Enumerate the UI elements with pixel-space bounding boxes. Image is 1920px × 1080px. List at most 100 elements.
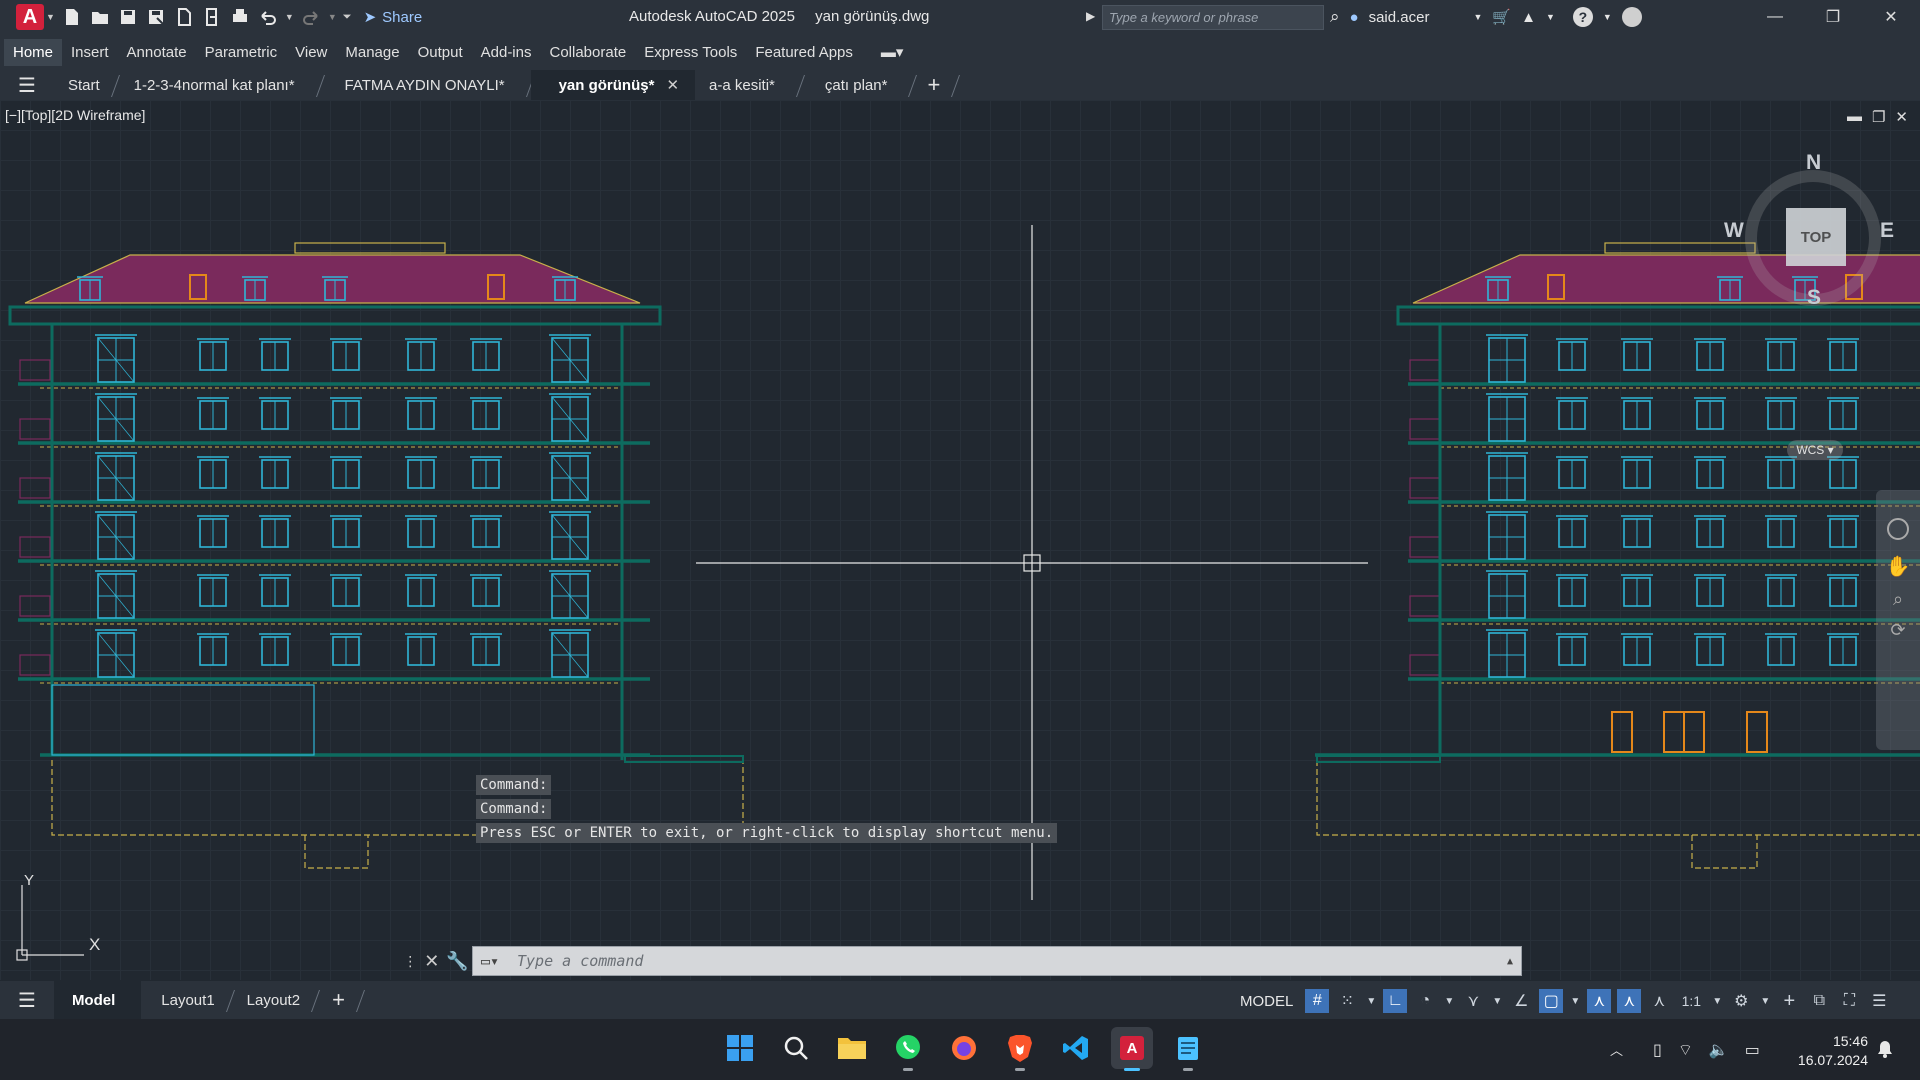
user-icon[interactable]: ● — [1350, 9, 1359, 26]
tab-express-tools[interactable]: Express Tools — [635, 39, 746, 66]
tab-add-ins[interactable]: Add-ins — [472, 39, 541, 66]
open-web-icon[interactable] — [173, 6, 195, 28]
customize-menu-icon[interactable]: ☰ — [1867, 989, 1891, 1013]
viewport-close-icon[interactable]: ✕ — [1895, 108, 1908, 126]
annotation-scale-icon[interactable]: ⋏ — [1647, 989, 1671, 1013]
customize-wrench-icon[interactable]: 🔧 — [446, 951, 468, 972]
command-history-expand-icon[interactable]: ▲ — [1507, 956, 1513, 967]
new-layout-plus-icon[interactable]: + — [316, 981, 361, 1019]
compass-east[interactable]: E — [1880, 219, 1894, 243]
close-tab-icon[interactable]: ✕ — [666, 76, 679, 94]
open-folder-icon[interactable] — [89, 6, 111, 28]
notepad-icon[interactable] — [1167, 1027, 1209, 1071]
save-icon[interactable] — [117, 6, 139, 28]
tab-annotate[interactable]: Annotate — [118, 39, 196, 66]
workspace-gear-icon[interactable]: ⚙ — [1729, 989, 1753, 1013]
auto-scale-icon[interactable]: ⋏ — [1617, 989, 1642, 1013]
clean-screen-icon[interactable]: ⛶ — [1837, 989, 1861, 1013]
feedback-icon[interactable] — [1621, 7, 1642, 27]
new-tab-plus-icon[interactable]: + — [913, 70, 956, 100]
layout-tab-layout1[interactable]: Layout1 — [141, 981, 230, 1019]
object-snap-tracking-icon[interactable]: ∠ — [1509, 989, 1533, 1013]
steering-wheel-icon[interactable] — [1887, 518, 1909, 540]
tab-manage[interactable]: Manage — [336, 39, 408, 66]
app-menu-chevron-icon[interactable]: ▼ — [46, 12, 55, 22]
model-space-toggle[interactable]: MODEL — [1234, 993, 1299, 1010]
snap-dropdown-icon[interactable]: ▼ — [1365, 989, 1377, 1013]
search-icon[interactable] — [775, 1027, 817, 1069]
start-icon[interactable] — [719, 1027, 761, 1069]
compass-west[interactable]: W — [1724, 219, 1744, 243]
scale-dropdown-icon[interactable]: ▼ — [1711, 989, 1723, 1013]
tab-view[interactable]: View — [286, 39, 336, 66]
units-icon[interactable]: ⧉ — [1807, 989, 1831, 1013]
model-viewport[interactable]: [−][Top][2D Wireframe] ▬ ❐ ✕ Y X TOP N S… — [0, 100, 1920, 980]
tab-home[interactable]: Home — [4, 38, 63, 66]
zoom-extents-icon[interactable]: ⌕ — [1876, 589, 1920, 610]
layout-tabs-menu-icon[interactable]: ☰ — [0, 981, 54, 1019]
file-tab-a-a-kesiti[interactable]: a-a kesiti* — [695, 70, 801, 100]
ortho-mode-icon[interactable]: ∟ — [1383, 989, 1408, 1013]
customize-qat-icon[interactable]: ⏷ — [343, 11, 352, 24]
layout-tab-model[interactable]: Model — [53, 981, 142, 1019]
vscode-icon[interactable] — [1055, 1027, 1097, 1069]
polar-tracking-icon[interactable]: ◔ — [1413, 989, 1437, 1013]
save-web-icon[interactable] — [201, 6, 223, 28]
command-line-close-icon[interactable]: ✕ — [424, 951, 439, 972]
ribbon-toggle-icon[interactable]: ▬▾ — [872, 38, 913, 66]
command-line-grip-icon[interactable]: ⋮ — [403, 953, 417, 970]
annotation-scale-value[interactable]: 1:1 — [1677, 989, 1705, 1013]
help-search-input[interactable]: Type a keyword or phrase — [1102, 5, 1324, 30]
minimize-button[interactable]: — — [1746, 0, 1804, 34]
file-explorer-icon[interactable] — [831, 1027, 873, 1069]
redo-dropdown-icon[interactable]: ▼ — [328, 12, 337, 22]
pan-hand-icon[interactable]: ✋ — [1876, 554, 1920, 579]
whatsapp-icon[interactable] — [887, 1027, 929, 1071]
notification-bell-icon[interactable] — [1876, 1039, 1894, 1064]
search-icon[interactable]: ⌕ — [1330, 7, 1340, 27]
brave-icon[interactable] — [999, 1027, 1041, 1071]
viewport-controls-label[interactable]: [−][Top][2D Wireframe] — [5, 107, 145, 123]
compass-north[interactable]: N — [1806, 151, 1821, 175]
annotation-visibility-icon[interactable]: ⋏ — [1587, 989, 1612, 1013]
help-dropdown-icon[interactable]: ▼ — [1603, 12, 1612, 22]
file-tab-fatma-aydin[interactable]: FATMA AYDIN ONAYLI* — [321, 70, 531, 100]
user-name[interactable]: said.acer — [1369, 9, 1430, 26]
tab-collaborate[interactable]: Collaborate — [540, 39, 635, 66]
file-tab-start[interactable]: Start — [54, 70, 116, 100]
help-icon[interactable]: ? — [1572, 7, 1593, 27]
file-tab-cati-plan[interactable]: çatı plan* — [801, 70, 914, 100]
tab-parametric[interactable]: Parametric — [196, 39, 287, 66]
layout-tab-layout2[interactable]: Layout2 — [231, 981, 316, 1019]
viewport-restore-icon[interactable]: ❐ — [1872, 108, 1885, 126]
polar-dropdown-icon[interactable]: ▼ — [1443, 989, 1455, 1013]
file-tabs-menu-icon[interactable]: ☰ — [0, 70, 54, 100]
tab-insert[interactable]: Insert — [62, 39, 118, 66]
tab-output[interactable]: Output — [409, 39, 472, 66]
wifi-icon[interactable]: ⌔ — [1678, 1040, 1693, 1060]
annotation-monitor-icon[interactable]: + — [1777, 989, 1801, 1013]
share-button[interactable]: ➤ Share — [364, 8, 423, 27]
autocad-icon[interactable]: A — [1111, 1027, 1153, 1071]
recent-commands-icon[interactable]: ▭▾ — [481, 952, 517, 970]
redo-icon[interactable] — [300, 6, 322, 28]
object-snap-icon[interactable]: ▢ — [1539, 989, 1564, 1013]
wcs-menu-button[interactable]: WCS ▾ — [1787, 440, 1843, 460]
tab-featured-apps[interactable]: Featured Apps — [746, 39, 862, 66]
taskbar-clock[interactable]: 15:46 16.07.2024 — [1790, 1032, 1868, 1070]
isodraft-icon[interactable]: ⋎ — [1461, 989, 1485, 1013]
cart-icon[interactable]: 🛒 — [1492, 8, 1511, 26]
undo-dropdown-icon[interactable]: ▼ — [285, 12, 294, 22]
firefox-icon[interactable] — [943, 1027, 985, 1069]
undo-icon[interactable] — [257, 6, 279, 28]
usb-icon[interactable]: ▯ — [1653, 1040, 1662, 1060]
orbit-icon[interactable]: ⟳ — [1876, 620, 1920, 641]
viewcube[interactable]: TOP N S E W — [1724, 150, 1894, 320]
search-expand-icon[interactable]: ▶ — [1086, 9, 1095, 23]
volume-icon[interactable]: 🔈 — [1709, 1040, 1729, 1060]
autocad-logo[interactable]: A — [16, 4, 44, 30]
show-hidden-icons-chevron-icon[interactable]: ︿ — [1610, 1040, 1623, 1059]
plot-icon[interactable] — [229, 6, 251, 28]
navigation-bar[interactable]: ✋ ⌕ ⟳ — [1876, 490, 1920, 750]
snap-mode-icon[interactable]: ⁙ — [1335, 989, 1359, 1013]
